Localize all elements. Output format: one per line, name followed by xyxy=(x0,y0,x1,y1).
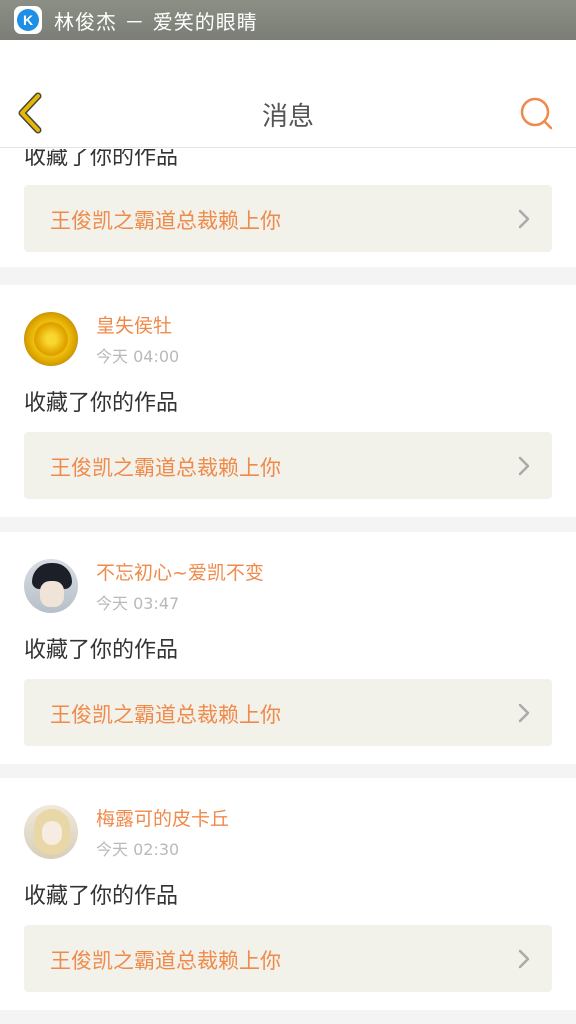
message-card: 不忘初心~爱凯不变 今天 03:47 收藏了你的作品 王俊凯之霸道总裁赖上你 xyxy=(0,532,576,764)
search-icon[interactable] xyxy=(518,95,554,131)
page-title: 消息 xyxy=(261,102,314,132)
chevron-right-icon xyxy=(518,949,530,969)
work-title: 王俊凯之霸道总裁赖上你 xyxy=(50,209,281,233)
now-playing-text[interactable]: 林俊杰 － 爱笑的眼睛 xyxy=(54,6,258,35)
boy-avatar[interactable] xyxy=(24,559,78,613)
kugou-k-icon: K xyxy=(17,9,39,31)
status-bar: K 林俊杰 － 爱笑的眼睛 xyxy=(0,0,576,40)
sunflower-avatar[interactable] xyxy=(24,312,78,366)
timestamp: 今天 02:30 xyxy=(96,840,180,859)
kugou-app-icon: K xyxy=(14,6,42,34)
action-text: 收藏了你的作品 xyxy=(24,638,179,663)
username[interactable]: 梅露可的皮卡丘 xyxy=(96,804,229,831)
work-title: 王俊凯之霸道总裁赖上你 xyxy=(50,949,281,973)
username[interactable]: 不忘初心~爱凯不变 xyxy=(96,558,264,585)
message-list[interactable]: 收藏了你的作品 王俊凯之霸道总裁赖上你 皇失侯牡 今天 04:00 收藏了你的作… xyxy=(0,149,576,1024)
work-link[interactable]: 王俊凯之霸道总裁赖上你 xyxy=(24,679,552,746)
action-text: 收藏了你的作品 xyxy=(24,149,179,170)
work-title: 王俊凯之霸道总裁赖上你 xyxy=(50,456,281,480)
chevron-right-icon xyxy=(518,209,530,229)
action-text: 收藏了你的作品 xyxy=(24,391,179,416)
chevron-right-icon xyxy=(518,456,530,476)
work-link[interactable]: 王俊凯之霸道总裁赖上你 xyxy=(24,925,552,992)
header-bar: 消息 xyxy=(0,40,576,148)
message-card: 收藏了你的作品 王俊凯之霸道总裁赖上你 xyxy=(0,149,576,267)
work-link[interactable]: 王俊凯之霸道总裁赖上你 xyxy=(24,432,552,499)
action-text: 收藏了你的作品 xyxy=(24,884,179,909)
message-card: 梅露可的皮卡丘 今天 02:30 收藏了你的作品 王俊凯之霸道总裁赖上你 xyxy=(0,778,576,1010)
timestamp: 今天 03:47 xyxy=(96,594,180,613)
message-card: 皇失侯牡 今天 04:00 收藏了你的作品 王俊凯之霸道总裁赖上你 xyxy=(0,285,576,517)
timestamp: 今天 04:00 xyxy=(96,347,180,366)
girl-avatar[interactable] xyxy=(24,805,78,859)
work-link[interactable]: 王俊凯之霸道总裁赖上你 xyxy=(24,185,552,252)
username[interactable]: 皇失侯牡 xyxy=(96,311,172,338)
chevron-right-icon xyxy=(518,703,530,723)
work-title: 王俊凯之霸道总裁赖上你 xyxy=(50,703,281,727)
